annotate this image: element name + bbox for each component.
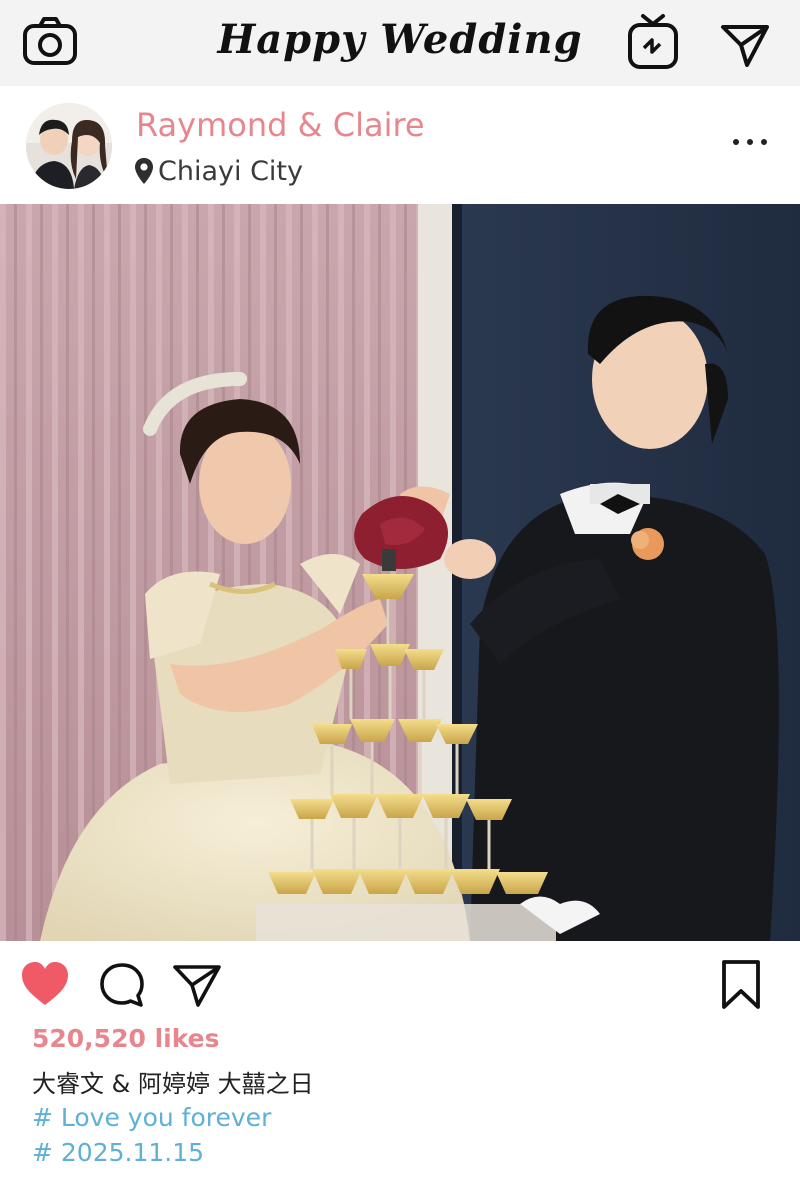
heart-icon[interactable]	[20, 961, 70, 1007]
post-photo[interactable]	[0, 204, 800, 941]
hashtag-date[interactable]: # 2025.11.15	[32, 1138, 204, 1167]
wedding-photo-illustration	[0, 204, 800, 941]
more-options-icon[interactable]	[730, 132, 770, 152]
location-label: Chiayi City	[158, 155, 303, 187]
post-actions	[0, 941, 800, 1031]
post-header: Raymond & Claire Chiayi City	[0, 86, 800, 204]
hashtag-love[interactable]: # Love you forever	[32, 1103, 271, 1132]
bookmark-icon[interactable]	[719, 959, 763, 1011]
app-title: Happy Wedding	[217, 16, 583, 63]
post-username[interactable]: Raymond & Claire	[136, 106, 425, 144]
post-location[interactable]: Chiayi City	[134, 154, 303, 188]
share-icon[interactable]	[172, 963, 222, 1007]
comment-icon[interactable]	[98, 961, 146, 1009]
avatar[interactable]	[26, 103, 112, 189]
caption-text: 大睿文 & 阿婷婷 大囍之日	[32, 1070, 314, 1098]
likes-count[interactable]: 520,520 likes	[32, 1024, 220, 1053]
top-bar: Happy Wedding	[0, 0, 800, 86]
location-pin-icon	[135, 158, 153, 184]
direct-message-icon[interactable]	[720, 22, 770, 68]
igtv-icon[interactable]	[626, 12, 680, 70]
